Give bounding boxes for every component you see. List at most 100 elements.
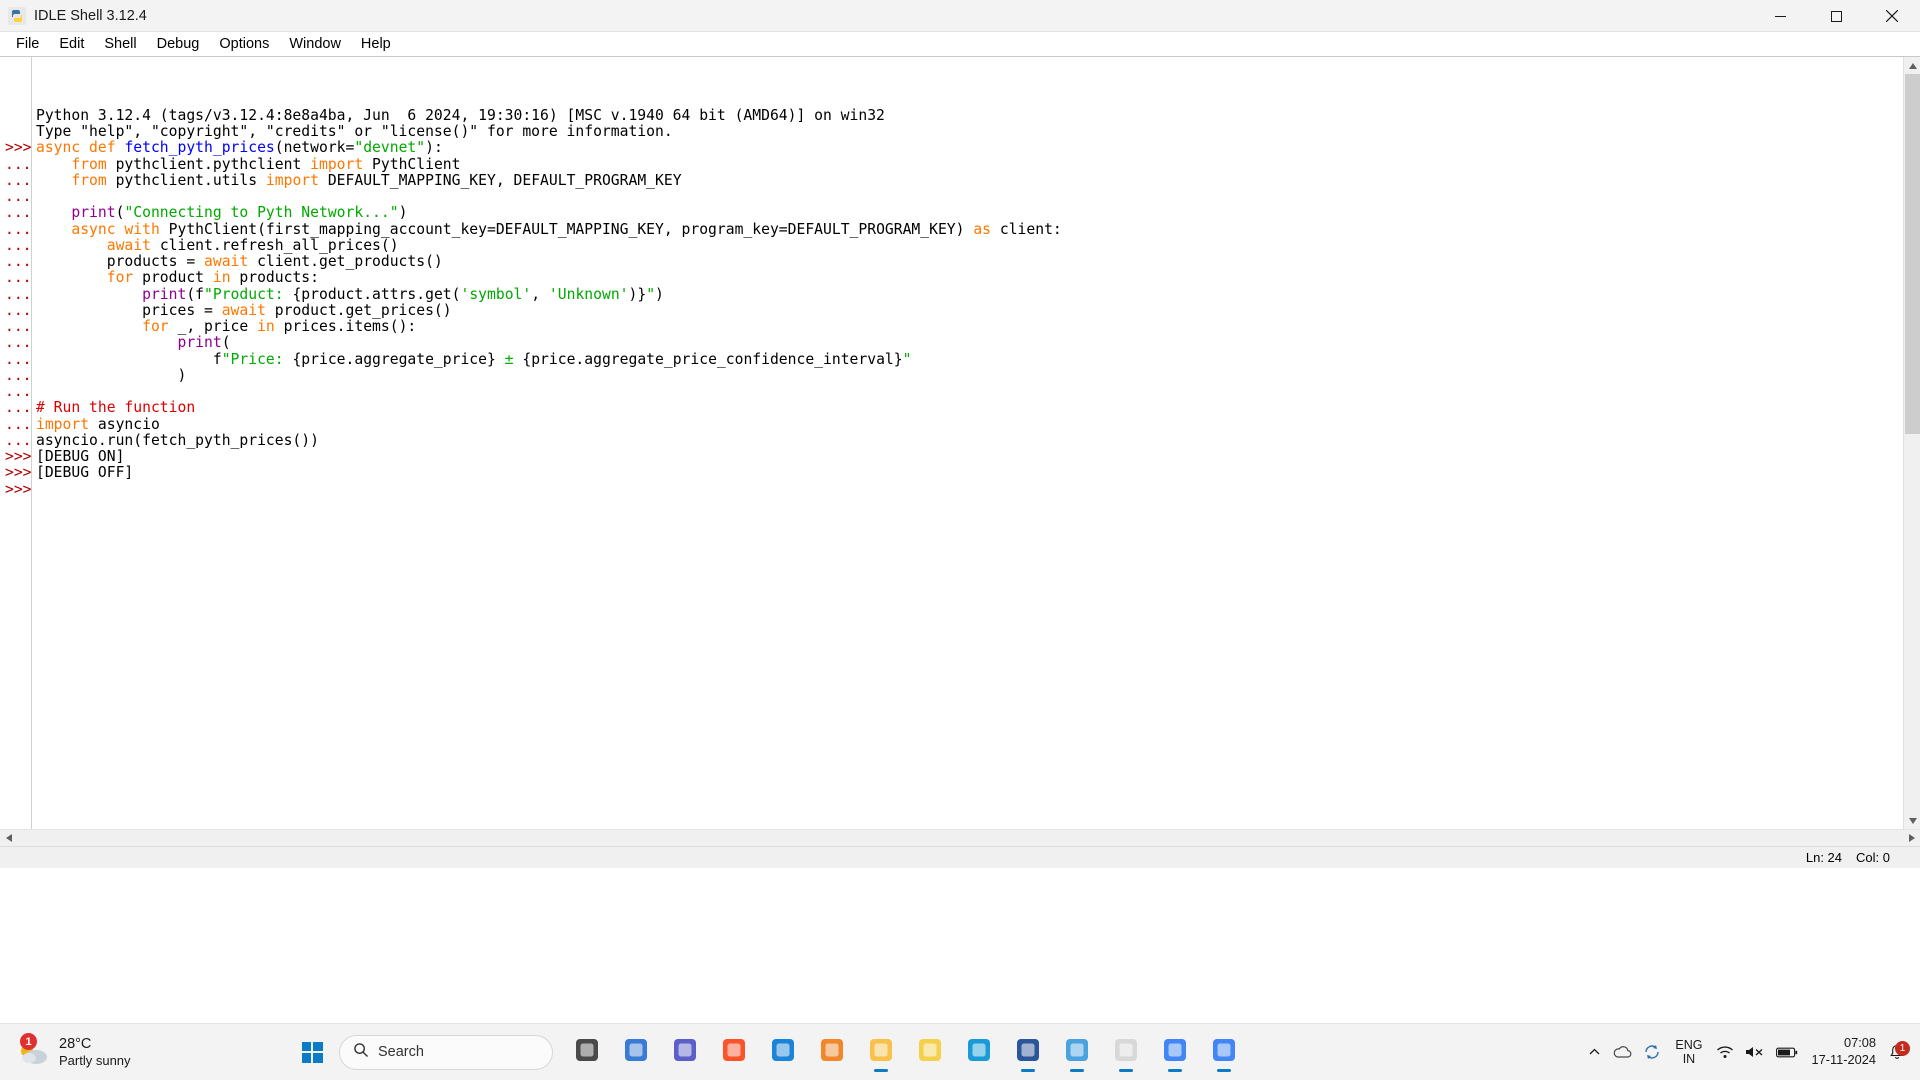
shell-line: ... for _, price in prices.items():: [0, 318, 1903, 335]
taskbar-app-microsoft-edge[interactable]: [958, 1031, 1000, 1073]
shell-line-text: for _, price in prices.items():: [0, 318, 417, 335]
onedrive-icon[interactable]: [1612, 1045, 1632, 1059]
shell-line: ... asyncio.run(fetch_pyth_prices()): [0, 431, 1903, 449]
prompt-chevron: >>>: [5, 464, 32, 482]
code-token-kw: await: [204, 253, 258, 270]
shell-line: >>> [DEBUG OFF]: [0, 464, 1903, 482]
code-token-plain: DEFAULT_MAPPING_KEY, DEFAULT_PROGRAM_KEY: [327, 171, 682, 189]
python-idle-icon: [8, 6, 26, 25]
code-token-kw: await: [221, 301, 275, 319]
status-bar: Ln: 24 Col: 0: [0, 846, 1920, 868]
code-token-str: 'symbol': [460, 285, 532, 303]
menu-item-help[interactable]: Help: [351, 34, 401, 54]
menu-item-edit[interactable]: Edit: [49, 34, 94, 54]
chrome-icon: [1162, 1037, 1188, 1068]
shell-line-text: print(: [0, 334, 231, 352]
taskbar-app-google-chrome[interactable]: [1154, 1031, 1196, 1073]
taskbar-app-microsoft-store[interactable]: [762, 1031, 804, 1073]
taskbar-center: Search: [270, 1031, 1588, 1073]
scroll-down-arrow[interactable]: [1904, 812, 1920, 829]
sync-icon[interactable]: [1643, 1044, 1661, 1060]
copilot-icon: [623, 1037, 649, 1068]
menu-item-window[interactable]: Window: [279, 34, 351, 54]
line-indicator: Ln: 24: [1805, 850, 1843, 865]
code-token-plain: {price.aggregate_price_confidence_interv…: [522, 350, 903, 368]
shell-line-text: from pythclient.pythclient import PythCl…: [0, 156, 460, 173]
menu-item-options[interactable]: Options: [209, 34, 279, 54]
shell-line: >>>: [0, 481, 1903, 498]
show-hidden-icons-button[interactable]: [1588, 1046, 1601, 1059]
prompt-continuation: ...: [5, 285, 32, 303]
code-token-kw: import: [265, 171, 328, 189]
system-tray: ENG IN 07:08 17-11-2024 1: [1588, 1024, 1920, 1080]
taskbar-app-python-idle[interactable]: [1105, 1031, 1147, 1073]
taskbar-weather-widget[interactable]: 1 28°C Partly sunny: [0, 1033, 270, 1069]
code-token-kw: as: [973, 220, 1000, 238]
taskbar-app-brave-browser[interactable]: [713, 1031, 755, 1073]
taskbar-app-task-view[interactable]: [566, 1031, 608, 1073]
shell-line-text: f"Price: {price.aggregate_price} ± {pric…: [0, 350, 912, 368]
code-token-bltn: print: [71, 204, 116, 222]
menu-item-file[interactable]: File: [6, 34, 49, 54]
maximize-button[interactable]: [1808, 0, 1864, 32]
taskbar-app-microsoft-word[interactable]: [1007, 1031, 1049, 1073]
shell-line: ... from pythclient.pythclient import Py…: [0, 156, 1903, 173]
window-title: IDLE Shell 3.12.4: [34, 7, 147, 24]
taskbar-app-microsoft-teams[interactable]: [664, 1031, 706, 1073]
code-token-plain: product: [142, 269, 213, 287]
close-button[interactable]: [1864, 0, 1920, 32]
code-token-str: ": [902, 350, 912, 368]
horizontal-scrollbar[interactable]: [0, 829, 1920, 846]
hscrollbar-thumb[interactable]: [17, 830, 1903, 846]
scrollbar-thumb[interactable]: [1905, 74, 1920, 434]
prompt-chevron: >>>: [5, 448, 32, 465]
code-token-plain: (: [221, 334, 231, 352]
code-token-plain: products:: [239, 269, 319, 287]
taskbar-app-vlc-media-player[interactable]: [811, 1031, 853, 1073]
taskbar-app-google-chrome-2[interactable]: [1203, 1031, 1245, 1073]
notification-bell-button[interactable]: 1: [1889, 1040, 1910, 1061]
code-token-plain: [DEBUG ON]: [36, 448, 125, 465]
code-token-plain: ): [398, 204, 408, 222]
code-token-plain: client.refresh_all_prices(): [159, 236, 399, 254]
shell-line-text: Type "help", "copyright", "credits" or "…: [0, 123, 673, 140]
taskbar-search-box[interactable]: Search: [339, 1034, 553, 1070]
notification-count-badge: 1: [1895, 1040, 1910, 1056]
edge-icon: [966, 1037, 992, 1068]
battery-icon[interactable]: [1776, 1046, 1798, 1059]
code-token-plain: asyncio.run(fetch_pyth_prices()): [36, 431, 319, 449]
weather-text: 28°C Partly sunny: [59, 1035, 131, 1069]
taskbar-app-file-explorer[interactable]: [860, 1031, 902, 1073]
scroll-up-arrow[interactable]: [1904, 57, 1920, 74]
shell-area: Python 3.12.4 (tags/v3.12.4:8e8a4ba, Jun…: [0, 56, 1920, 829]
word-icon: [1015, 1037, 1041, 1068]
start-button[interactable]: [292, 1032, 332, 1072]
shell-line: ... for product in products:: [0, 269, 1903, 287]
scroll-right-arrow[interactable]: [1903, 830, 1920, 846]
language-indicator[interactable]: ENG IN: [1672, 1038, 1705, 1067]
shell-line-text: products = await client.get_products(): [0, 253, 443, 270]
shell-line: ... await client.refresh_all_prices(): [0, 236, 1903, 254]
code-token-plain: ,: [531, 285, 549, 303]
code-token-plain: _, price: [177, 318, 258, 335]
volume-muted-icon[interactable]: [1745, 1045, 1765, 1059]
code-token-plain: prices.items():: [283, 318, 417, 335]
menu-item-debug[interactable]: Debug: [147, 34, 210, 54]
scroll-left-arrow[interactable]: [0, 830, 17, 846]
clock-date: 17-11-2024: [1811, 1052, 1876, 1067]
language-secondary: IN: [1682, 1052, 1696, 1066]
wifi-icon[interactable]: [1716, 1045, 1734, 1059]
taskbar-app-notepad[interactable]: [1056, 1031, 1098, 1073]
minimize-button[interactable]: [1752, 0, 1808, 32]
shell-output[interactable]: Python 3.12.4 (tags/v3.12.4:8e8a4ba, Jun…: [0, 57, 1903, 829]
taskbar-app-pycharm[interactable]: [909, 1031, 951, 1073]
vertical-scrollbar[interactable]: [1903, 57, 1920, 829]
taskbar-clock[interactable]: 07:08 17-11-2024: [1809, 1035, 1878, 1068]
shell-line: ...: [0, 188, 1903, 205]
code-token-plain: pythclient.utils: [115, 171, 266, 189]
menu-item-shell[interactable]: Shell: [94, 34, 146, 54]
taskbar-app-copilot[interactable]: [615, 1031, 657, 1073]
